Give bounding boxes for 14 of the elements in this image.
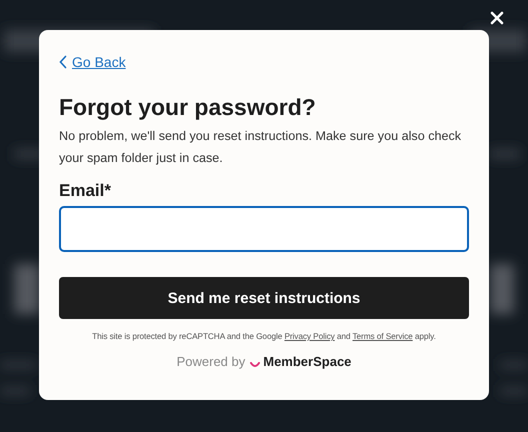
description-text: No problem, we'll send you reset instructions. Make sure you also check your spam folder just in case. bbox=[59, 128, 462, 167]
close-icon[interactable] bbox=[489, 10, 505, 26]
modal-title: Forgot your password? bbox=[59, 93, 317, 121]
submit-button[interactable]: Send me reset instructions bbox=[59, 277, 469, 319]
powered-by-text: Powered by bbox=[176, 354, 246, 369]
smile-icon bbox=[250, 362, 260, 368]
field-label: Email* bbox=[59, 180, 112, 202]
brand-name: MemberSpace bbox=[263, 354, 352, 369]
chevron-left-icon bbox=[59, 55, 67, 69]
email-field[interactable] bbox=[59, 206, 469, 252]
recaptcha-notice: This site is protected by reCAPTCHA and the Google Privacy Policy and Terms of Service apply. bbox=[91, 331, 437, 341]
back-link[interactable]: Go Back bbox=[72, 54, 126, 70]
terms-link[interactable]: Terms of Service bbox=[352, 331, 413, 341]
privacy-link[interactable]: Privacy Policy bbox=[284, 331, 335, 341]
